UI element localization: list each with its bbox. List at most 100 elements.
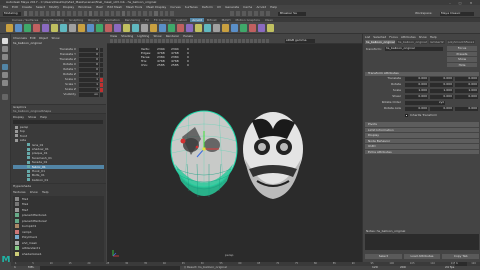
ae-field-value[interactable]: 1.000 xyxy=(405,89,428,93)
channel-row[interactable]: Scale X1 xyxy=(13,78,104,82)
hypershade-node[interactable]: ramp1 xyxy=(13,229,104,234)
channel-row[interactable]: Scale Y1 xyxy=(13,83,104,87)
ae-field-value[interactable]: 0.000 xyxy=(455,83,478,87)
viewport-tool-icon[interactable] xyxy=(222,39,225,43)
ae-node-tab[interactable]: lambert2 xyxy=(429,40,445,44)
viewport-tool-icon[interactable] xyxy=(234,39,237,43)
ae-hide-button[interactable]: Hide xyxy=(447,62,477,67)
viewport-tool-icon[interactable] xyxy=(134,39,137,43)
outliner-menu[interactable]: Help xyxy=(40,115,47,119)
shelf-tool-icon[interactable] xyxy=(141,24,148,32)
viewport-tool-icon[interactable] xyxy=(138,39,141,43)
channel-value[interactable]: 1 xyxy=(79,88,99,92)
ae-presets-button[interactable]: Presets xyxy=(447,51,477,56)
shelf-tool-icon[interactable] xyxy=(240,24,247,32)
channel-row[interactable]: Rotate Z0 xyxy=(13,73,104,77)
status-tool-icon[interactable] xyxy=(121,11,126,16)
outliner-item[interactable]: side xyxy=(13,138,104,142)
viewport-tool-icon[interactable] xyxy=(194,39,197,43)
viewport-tool-icon[interactable] xyxy=(262,39,265,43)
ae-node-tab[interactable]: polySmoothFace1 xyxy=(446,40,476,44)
render-tool-icon[interactable] xyxy=(260,11,264,16)
viewport-tool-icon[interactable] xyxy=(174,39,177,43)
viewport-tool-icon[interactable] xyxy=(166,39,169,43)
ae-menu[interactable]: Focus xyxy=(389,35,398,39)
shelf-tool-icon[interactable] xyxy=(78,24,85,32)
viewport-tool-icon[interactable] xyxy=(146,39,149,43)
shelf-tool-icon[interactable] xyxy=(168,24,175,32)
channel-row[interactable]: Rotate Y0 xyxy=(13,68,104,72)
viewport-tool-icon[interactable] xyxy=(238,39,241,43)
status-tool-icon[interactable] xyxy=(116,11,120,16)
outliner-menu[interactable]: Display xyxy=(13,115,24,119)
channel-value[interactable]: 0 xyxy=(79,48,99,52)
hypershade-node[interactable]: PolyCheck xyxy=(13,235,104,240)
status-tool-icon[interactable] xyxy=(148,11,153,16)
viewport-tool-icon[interactable] xyxy=(130,39,133,43)
select-tool-icon[interactable] xyxy=(2,38,8,44)
channel-tab[interactable]: Show xyxy=(51,36,59,40)
fps-dropdown[interactable]: 24 fps xyxy=(445,266,465,269)
ae-section-header[interactable]: Node Behavior xyxy=(365,138,479,143)
viewport-tool-icon[interactable] xyxy=(190,39,193,43)
ae-field-value[interactable]: 0.000 xyxy=(430,107,453,111)
channel-row[interactable]: Translate Z0 xyxy=(13,58,104,62)
outliner-item[interactable]: fabric_01 xyxy=(13,164,104,169)
command-input[interactable] xyxy=(40,266,180,270)
viewport-tool-icon[interactable] xyxy=(126,39,129,43)
ae-field-value[interactable]: 0.000 xyxy=(405,77,428,81)
scale-tool-icon[interactable] xyxy=(2,80,8,86)
viewport-tool-icon[interactable] xyxy=(210,39,213,43)
status-tool-icon[interactable] xyxy=(164,11,169,16)
ae-field-value[interactable]: 0.000 xyxy=(405,107,428,111)
outliner-item[interactable]: persp xyxy=(13,125,104,129)
channel-row[interactable]: Rotate X0 xyxy=(13,63,104,67)
ae-bottom-button[interactable]: Select xyxy=(365,254,402,259)
ae-menu[interactable]: Attributes xyxy=(401,35,416,39)
ae-bottom-button[interactable]: Copy Tab xyxy=(442,254,480,259)
shelf-tool-icon[interactable] xyxy=(186,24,193,32)
shelf-tool-icon[interactable] xyxy=(249,24,256,32)
outliner-item[interactable]: front xyxy=(13,134,104,138)
range-start[interactable]: 1 xyxy=(14,266,22,269)
hypershade-menu[interactable]: Help xyxy=(42,190,49,194)
viewport-tool-icon[interactable] xyxy=(122,39,125,43)
paint-tool-icon[interactable] xyxy=(2,54,8,60)
hypershade-node[interactable]: file2 xyxy=(13,202,104,207)
viewport-tool-icon[interactable] xyxy=(242,39,245,43)
inherits-checkbox[interactable] xyxy=(405,114,408,117)
outliner-item[interactable]: lens_01 xyxy=(13,143,104,147)
status-tool-icon[interactable] xyxy=(170,11,174,16)
shelf-tool-icon[interactable] xyxy=(33,24,40,32)
viewport-tool-icon[interactable] xyxy=(118,39,121,43)
render-tool-icon[interactable] xyxy=(248,11,252,16)
viewport-tool-icon[interactable] xyxy=(154,39,157,43)
ae-section-header[interactable]: Pivots xyxy=(365,122,479,127)
ae-section-header[interactable]: Extra Attributes xyxy=(365,149,479,154)
viewport-tool-icon[interactable] xyxy=(226,39,229,43)
status-tool-icon[interactable] xyxy=(78,11,82,16)
status-tool-icon[interactable] xyxy=(89,11,93,16)
viewport-tool-icon[interactable] xyxy=(258,39,261,43)
viewport-tool-icon[interactable] xyxy=(230,39,233,43)
channel-value[interactable]: 0 xyxy=(79,58,99,62)
viewport-tool-icon[interactable] xyxy=(246,39,249,43)
outliner-item[interactable]: plaque_01 xyxy=(13,151,104,155)
range-inner-end[interactable]: 120 xyxy=(372,266,382,269)
status-tool-icon[interactable] xyxy=(45,11,50,16)
outliner-item[interactable]: Bolts_01 xyxy=(13,173,104,177)
move-tool-icon[interactable] xyxy=(2,64,8,70)
channel-row[interactable]: Scale Z1 xyxy=(13,88,104,92)
status-tool-icon[interactable] xyxy=(143,11,147,16)
ae-field-value[interactable]: 0.000 xyxy=(455,77,478,81)
ae-show-button[interactable]: Show xyxy=(447,57,477,62)
shelf-tool-icon[interactable] xyxy=(231,24,238,32)
outliner-search[interactable] xyxy=(13,120,103,124)
shelf-tool-icon[interactable] xyxy=(159,24,166,32)
hypershade-node[interactable]: aiStandard1 xyxy=(13,246,104,251)
hypershade-node[interactable]: shd_mask xyxy=(13,240,104,245)
shelf-tool-icon[interactable] xyxy=(87,24,94,32)
shelf-tool-icon[interactable] xyxy=(177,24,184,32)
viewport-tool-icon[interactable] xyxy=(178,39,181,43)
render-tool-icon[interactable] xyxy=(254,11,258,16)
